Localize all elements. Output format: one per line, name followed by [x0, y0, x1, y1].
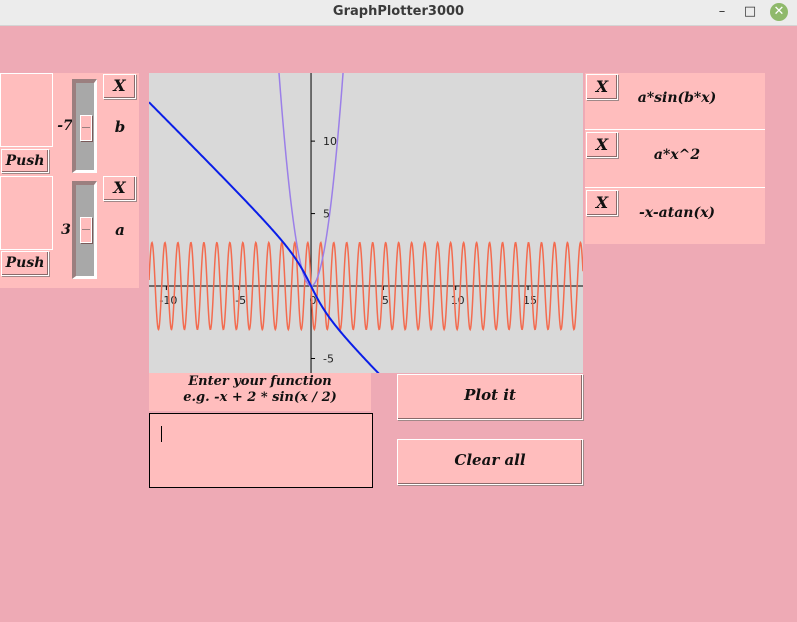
slider-a[interactable] — [72, 181, 97, 279]
remove-function-2-button[interactable]: X — [586, 132, 618, 158]
function-input-box[interactable] — [149, 413, 373, 488]
close-icon[interactable]: ✕ — [770, 3, 788, 21]
function-input[interactable] — [154, 418, 358, 442]
y-tick-label: -5 — [323, 353, 334, 366]
clear-all-button[interactable]: Clear all — [397, 439, 583, 485]
slider-a-param-label: a — [115, 221, 125, 239]
y-tick-label: 10 — [323, 135, 337, 148]
function-2-expression: a*x^2 — [653, 147, 701, 163]
slider-a-thumb[interactable] — [80, 217, 92, 243]
function-1-expression: a*sin(b*x) — [637, 90, 717, 106]
push-button-a[interactable]: Push — [1, 251, 49, 276]
push-button-b[interactable]: Push — [1, 149, 49, 173]
slider-b-thumb[interactable] — [80, 115, 92, 141]
remove-function-3-button[interactable]: X — [586, 190, 618, 216]
entry-heading-line1: Enter your function — [188, 374, 332, 389]
plot-it-button[interactable]: Plot it — [397, 374, 583, 420]
slider-b-preview — [0, 73, 53, 147]
function-divider — [585, 187, 765, 188]
function-3-expression: -x-atan(x) — [638, 205, 716, 221]
remove-slider-a-button[interactable]: X — [103, 176, 136, 201]
entry-heading-line2: e.g. -x + 2 * sin(x / 2) — [183, 390, 337, 405]
plot-svg: -10 -5 0 5 10 15-5510 — [149, 73, 583, 373]
slider-b-param-label: b — [114, 118, 126, 136]
series-line-3 — [149, 101, 380, 373]
x-tick-label: 10 — [451, 294, 465, 307]
text-cursor — [161, 426, 162, 442]
function-divider — [585, 129, 765, 130]
x-tick-label: -5 — [235, 294, 246, 307]
maximize-icon[interactable]: □ — [741, 3, 759, 21]
slider-a-preview — [0, 176, 53, 250]
minimize-icon[interactable]: – — [713, 3, 731, 21]
title-bar: GraphPlotter3000 – □ ✕ — [0, 0, 797, 26]
remove-slider-b-button[interactable]: X — [103, 74, 136, 99]
function-plot[interactable]: -10 -5 0 5 10 15 -5 5 10 — [149, 73, 583, 373]
remove-function-1-button[interactable]: X — [586, 74, 618, 100]
window-title: GraphPlotter3000 — [332, 4, 465, 19]
slider-b[interactable] — [72, 79, 97, 173]
x-tick-label: 5 — [382, 294, 389, 307]
entry-heading-box: Enter your function e.g. -x + 2 * sin(x … — [149, 373, 371, 411]
